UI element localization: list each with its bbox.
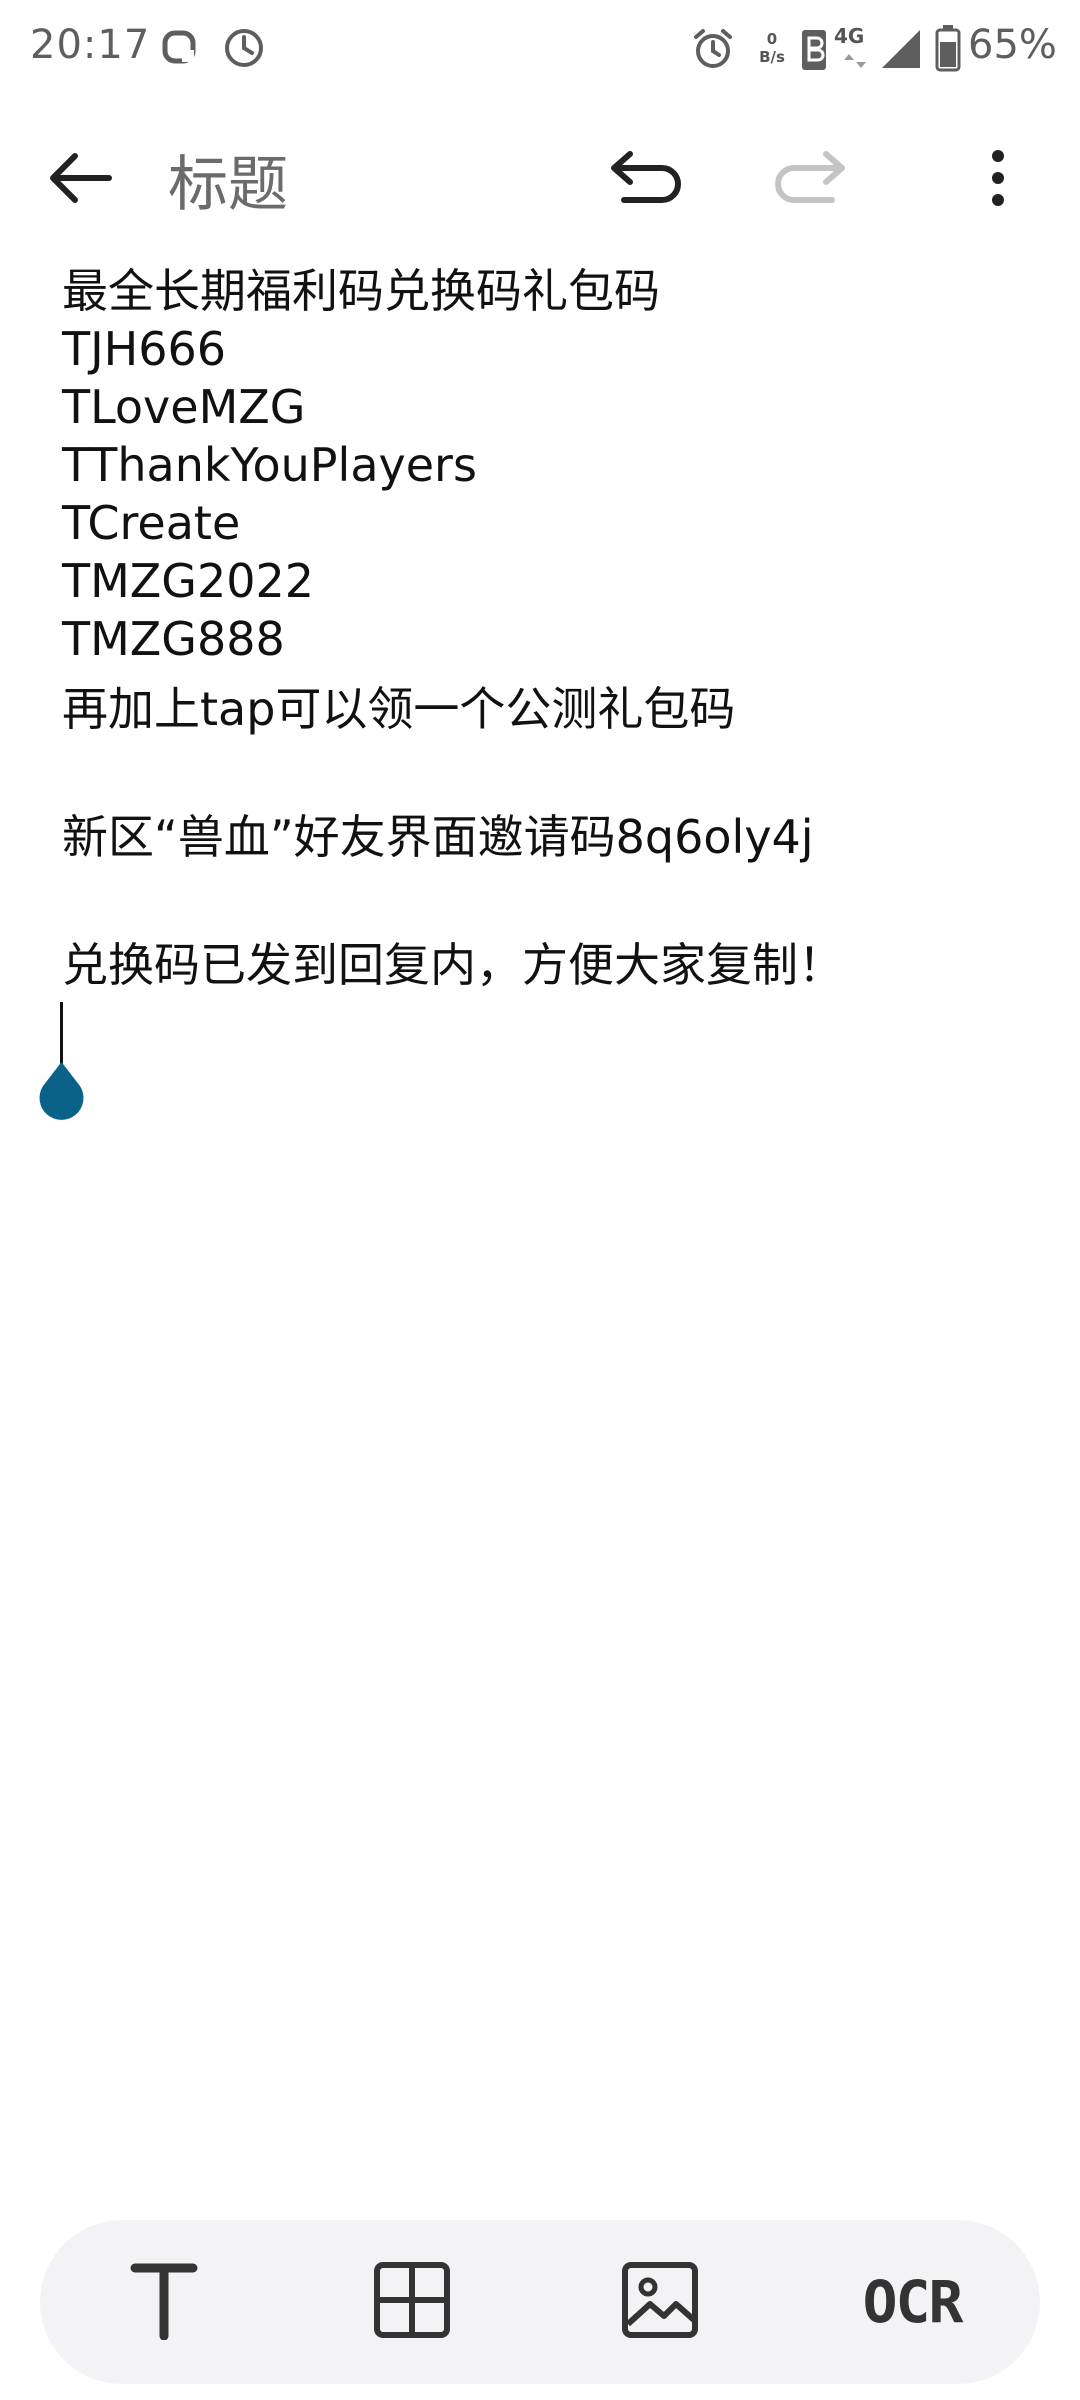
note-line: 新区“兽血”好友界面邀请码8q6oly4j	[62, 810, 814, 864]
signal-icon	[880, 28, 922, 74]
note-line: TLoveMZG	[62, 380, 306, 434]
insert-image-button[interactable]	[604, 2246, 716, 2358]
note-line: 最全长期福利码兑换码礼包码	[62, 264, 660, 318]
title-input[interactable]: 标题	[168, 136, 288, 223]
table-button[interactable]	[356, 2246, 468, 2358]
redo-button[interactable]	[770, 140, 850, 220]
text-format-icon	[129, 2260, 199, 2344]
note-line-empty	[62, 738, 1022, 808]
more-vert-icon	[988, 150, 1008, 210]
notification-badge-icon	[160, 26, 200, 74]
network-speed-value: 0	[766, 30, 778, 48]
table-icon	[372, 2260, 452, 2344]
more-options-button[interactable]	[958, 140, 1038, 220]
note-line: TThankYouPlayers	[62, 438, 477, 492]
text-format-button[interactable]	[108, 2246, 220, 2358]
undo-button[interactable]	[606, 140, 686, 220]
ocr-button[interactable]: OCR	[842, 2246, 982, 2358]
back-button[interactable]	[40, 140, 120, 220]
note-line-empty	[62, 866, 1022, 936]
note-line: 再加上tap可以领一个公测礼包码	[62, 682, 736, 736]
undo-icon	[606, 148, 686, 212]
image-icon	[620, 2260, 700, 2344]
back-arrow-icon	[47, 150, 113, 210]
ocr-label: OCR	[862, 2268, 964, 2336]
redo-icon	[770, 148, 850, 212]
battery-percentage: 65%	[968, 22, 1057, 68]
note-body[interactable]: 最全长期福利码兑换码礼包码 TJH666 TLoveMZG TThankYouP…	[62, 262, 1022, 994]
text-cursor-handle[interactable]	[30, 1000, 94, 1140]
network-speed: 0 B/s	[754, 30, 790, 66]
battery-icon	[934, 24, 962, 76]
status-bar: 20:17 0 B/s 4G 65%	[0, 0, 1080, 100]
note-toolbar: 标题	[0, 120, 1080, 230]
network-type: 4G	[834, 24, 865, 48]
note-line: TJH666	[62, 322, 227, 376]
alarm-icon	[690, 26, 736, 76]
data-activity-icon	[842, 52, 868, 74]
note-line: TMZG2022	[62, 554, 315, 608]
sim-card-icon	[800, 28, 828, 76]
note-line: TMZG888	[62, 612, 285, 666]
status-time: 20:17	[30, 22, 151, 68]
note-line: 兑换码已发到回复内，方便大家复制！	[62, 938, 844, 992]
network-speed-unit: B/s	[759, 48, 785, 66]
note-line: TCreate	[62, 496, 241, 550]
clock-icon	[222, 26, 266, 74]
editor-bottom-bar: OCR	[40, 2220, 1040, 2384]
